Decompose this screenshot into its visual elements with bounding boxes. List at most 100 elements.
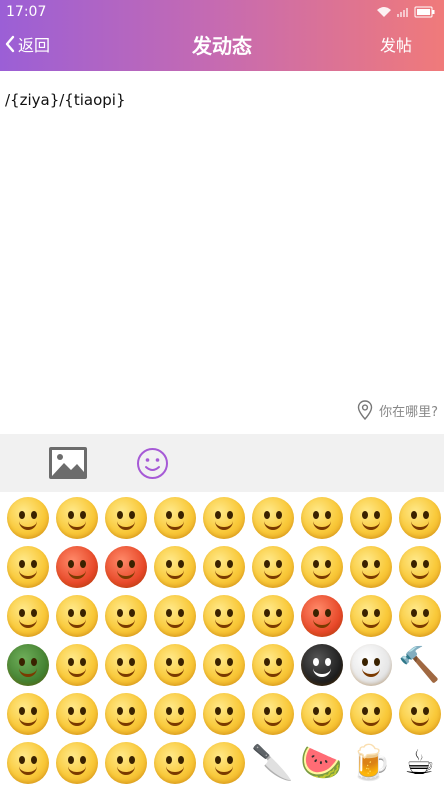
peek-face-icon (251, 692, 294, 735)
status-time: 17:07 (6, 4, 47, 20)
scared-emoji[interactable] (248, 542, 297, 591)
crying-emoji[interactable] (248, 493, 297, 542)
emoji-icon (137, 448, 168, 479)
mad-emoji[interactable] (297, 591, 346, 640)
kiss-emoji[interactable] (150, 738, 199, 787)
skull-face-icon (349, 643, 392, 686)
pout-face-icon (202, 594, 245, 637)
kiss-face-icon (153, 741, 196, 784)
image-button[interactable] (48, 446, 88, 480)
heart-eyes-emoji[interactable] (101, 493, 150, 542)
headband-emoji[interactable] (52, 640, 101, 689)
bomb-face-icon (300, 643, 343, 686)
wink-emoji[interactable] (395, 493, 444, 542)
app-header: 17:07 返回 发动态 发帖 (0, 0, 444, 71)
furious-emoji[interactable] (101, 542, 150, 591)
teeth-emoji[interactable] (199, 689, 248, 738)
pout-emoji[interactable] (199, 591, 248, 640)
happy-emoji[interactable] (101, 591, 150, 640)
question-face-icon (153, 643, 196, 686)
heart-eyes-face-icon (104, 496, 147, 539)
silly-face-icon (104, 643, 147, 686)
weary-emoji[interactable] (3, 738, 52, 787)
angry-red-emoji[interactable] (52, 542, 101, 591)
sly-emoji[interactable] (101, 689, 150, 738)
turtle-emoji[interactable] (3, 640, 52, 689)
location-pin-icon (357, 400, 373, 420)
sad-emoji[interactable] (297, 542, 346, 591)
emoji-button[interactable] (136, 447, 169, 480)
smug-emoji[interactable] (101, 738, 150, 787)
coffee-emoji[interactable]: ☕ (395, 738, 444, 787)
silly-emoji[interactable] (101, 640, 150, 689)
bomb-emoji[interactable] (297, 640, 346, 689)
peek-emoji[interactable] (248, 689, 297, 738)
dazed-face-icon (251, 594, 294, 637)
big-grin-emoji[interactable] (395, 591, 444, 640)
grin-emoji[interactable] (199, 542, 248, 591)
shush-face-icon (202, 643, 245, 686)
awkward-face-icon (55, 496, 98, 539)
hammer-icon: 🔨 (398, 644, 441, 685)
signal-icon (397, 8, 408, 17)
stare-emoji[interactable] (150, 591, 199, 640)
mad-face-icon (300, 594, 343, 637)
compose-area[interactable]: /{ziya}/{tiaopi} 你在哪里? (0, 71, 444, 434)
cover-mouth-emoji[interactable] (52, 591, 101, 640)
think-emoji[interactable] (3, 689, 52, 738)
sweat-emoji[interactable] (52, 689, 101, 738)
hammer-emoji[interactable]: 🔨 (395, 640, 444, 689)
watermelon-emoji[interactable]: 🍉 (297, 738, 346, 787)
wink-face-icon (398, 496, 441, 539)
question-emoji[interactable] (150, 640, 199, 689)
yawn-emoji[interactable] (297, 689, 346, 738)
big-grin-face-icon (398, 594, 441, 637)
yell-emoji[interactable] (395, 542, 444, 591)
post-button[interactable]: 发帖 (380, 32, 412, 56)
worried-emoji[interactable] (52, 738, 101, 787)
emoji-panel: 🔨 🔪 🍉 🍺 ☕ (0, 492, 444, 789)
think-face-icon (6, 692, 49, 735)
status-bar: 17:07 (0, 0, 444, 24)
smirk-emoji[interactable] (346, 591, 395, 640)
weary-face-icon (6, 741, 49, 784)
blush-face-icon (300, 496, 343, 539)
wifi-icon (377, 7, 391, 17)
confused-face-icon (6, 594, 49, 637)
status-icons (376, 4, 436, 20)
surprised-emoji[interactable] (346, 542, 395, 591)
skull-emoji[interactable] (346, 640, 395, 689)
beer-emoji[interactable]: 🍺 (346, 738, 395, 787)
cool-emoji[interactable] (199, 493, 248, 542)
dizzy-eyes-face-icon (251, 643, 294, 686)
blush-emoji[interactable] (297, 493, 346, 542)
dazed-emoji[interactable] (248, 591, 297, 640)
compose-text-input[interactable]: /{ziya}/{tiaopi} (5, 91, 126, 109)
happy-face-icon (104, 594, 147, 637)
shy-emoji[interactable] (150, 493, 199, 542)
smile-emoji[interactable] (3, 493, 52, 542)
shocked-face-icon (202, 741, 245, 784)
laugh-cry-emoji[interactable] (3, 542, 52, 591)
location-button[interactable]: 你在哪里? (357, 400, 438, 420)
hug-emoji[interactable] (395, 689, 444, 738)
turtle-face-icon (6, 643, 49, 686)
laugh-cry-face-icon (6, 545, 49, 588)
emoji-grid: 🔨 🔪 🍉 🍺 ☕ (3, 493, 444, 787)
shush-emoji[interactable] (199, 640, 248, 689)
battery-icon (414, 6, 435, 18)
stare-face-icon (153, 594, 196, 637)
page-title: 发动态 (192, 34, 252, 58)
tongue-face-icon (153, 545, 196, 588)
tongue-emoji[interactable] (150, 542, 199, 591)
dizzy-emoji[interactable] (346, 493, 395, 542)
facepalm-emoji[interactable] (346, 689, 395, 738)
dizzy-eyes-emoji[interactable] (248, 640, 297, 689)
knife-emoji[interactable]: 🔪 (248, 738, 297, 787)
awkward-emoji[interactable] (52, 493, 101, 542)
image-icon (49, 447, 87, 479)
shocked-emoji[interactable] (199, 738, 248, 787)
blush-hide-emoji[interactable] (150, 689, 199, 738)
location-label: 你在哪里? (379, 404, 438, 420)
confused-emoji[interactable] (3, 591, 52, 640)
